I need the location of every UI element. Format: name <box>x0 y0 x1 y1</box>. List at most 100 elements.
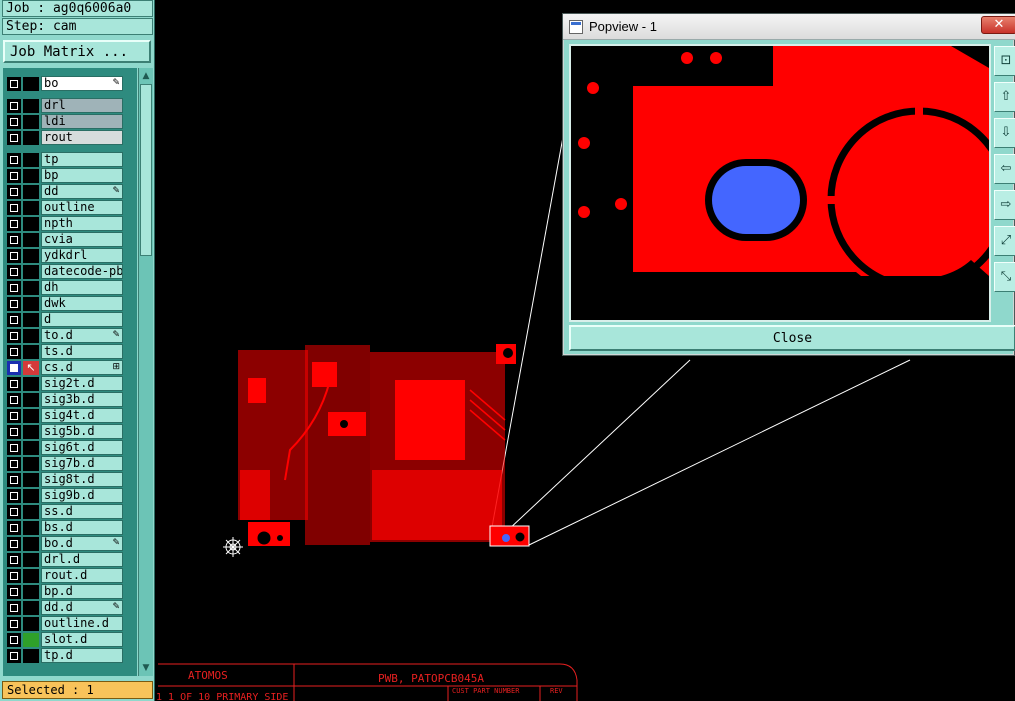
layer-row[interactable]: d <box>3 312 137 328</box>
layer-name[interactable]: sig9b.d <box>41 488 123 503</box>
layer-display-indicator[interactable] <box>23 521 39 535</box>
layer-checkbox[interactable] <box>7 361 21 375</box>
layer-name[interactable]: dwk <box>41 296 123 311</box>
layer-name[interactable]: d <box>41 312 123 327</box>
layer-checkbox[interactable] <box>7 377 21 391</box>
layer-row[interactable]: dd ✎ <box>3 184 137 200</box>
layer-checkbox[interactable] <box>7 99 21 113</box>
layer-row[interactable]: sig8t.d <box>3 472 137 488</box>
layer-display-indicator[interactable] <box>23 473 39 487</box>
layer-display-indicator[interactable] <box>23 457 39 471</box>
layer-name[interactable]: bo ✎ <box>41 76 123 91</box>
layer-name[interactable]: sig7b.d <box>41 456 123 471</box>
layer-display-indicator[interactable] <box>23 537 39 551</box>
layer-row[interactable]: drl <box>3 98 137 114</box>
layer-checkbox[interactable] <box>7 281 21 295</box>
layer-row[interactable]: dwk <box>3 296 137 312</box>
layer-display-indicator[interactable] <box>23 633 39 647</box>
layer-checkbox[interactable] <box>7 633 21 647</box>
layer-checkbox[interactable] <box>7 457 21 471</box>
layer-name[interactable]: cs.d ⊞ <box>41 360 123 375</box>
layer-checkbox[interactable] <box>7 553 21 567</box>
layer-name[interactable]: ss.d <box>41 504 123 519</box>
layer-row[interactable]: sig2t.d <box>3 376 137 392</box>
window-close-icon[interactable]: ✕ <box>981 16 1015 34</box>
pan-down-icon[interactable]: ⇩ <box>994 118 1015 148</box>
layer-checkbox[interactable] <box>7 115 21 129</box>
layer-display-indicator[interactable] <box>23 377 39 391</box>
layer-name[interactable]: ldi <box>41 114 123 129</box>
layer-row[interactable]: sig6t.d <box>3 440 137 456</box>
layer-row[interactable]: ↖ cs.d ⊞ <box>3 360 137 376</box>
layer-row[interactable]: tp <box>3 152 137 168</box>
layer-list-scrollbar[interactable]: ▲ ▼ <box>138 68 153 676</box>
layer-display-indicator[interactable] <box>23 297 39 311</box>
layer-checkbox[interactable] <box>7 649 21 663</box>
layer-display-indicator[interactable] <box>23 569 39 583</box>
layer-checkbox[interactable] <box>7 617 21 631</box>
popview-close-button[interactable]: Close <box>569 325 1015 351</box>
layer-row[interactable]: tp.d <box>3 648 137 664</box>
layer-checkbox[interactable] <box>7 601 21 615</box>
layer-checkbox[interactable] <box>7 441 21 455</box>
layer-name[interactable]: sig3b.d <box>41 392 123 407</box>
layer-display-indicator[interactable] <box>23 99 39 113</box>
layer-display-indicator[interactable] <box>23 489 39 503</box>
layer-row[interactable]: ss.d <box>3 504 137 520</box>
layer-name[interactable]: bp <box>41 168 123 183</box>
layer-name[interactable]: sig6t.d <box>41 440 123 455</box>
layer-row[interactable]: rout.d <box>3 568 137 584</box>
pan-left-icon[interactable]: ⇦ <box>994 154 1015 184</box>
layer-name[interactable]: npth <box>41 216 123 231</box>
layer-row[interactable]: bp.d <box>3 584 137 600</box>
layer-display-indicator[interactable] <box>23 201 39 215</box>
layer-display-indicator[interactable] <box>23 585 39 599</box>
layer-name[interactable]: dd ✎ <box>41 184 123 199</box>
pan-up-icon[interactable]: ⇧ <box>994 82 1015 112</box>
layer-checkbox[interactable] <box>7 249 21 263</box>
layer-display-indicator[interactable] <box>23 281 39 295</box>
layer-row[interactable]: bo.d ✎ <box>3 536 137 552</box>
layer-checkbox[interactable] <box>7 409 21 423</box>
layer-checkbox[interactable] <box>7 77 21 91</box>
layer-display-indicator[interactable] <box>23 505 39 519</box>
layer-display-indicator[interactable] <box>23 441 39 455</box>
layer-name[interactable]: outline.d <box>41 616 123 631</box>
layer-name[interactable]: outline <box>41 200 123 215</box>
layer-checkbox[interactable] <box>7 345 21 359</box>
zoom-out-icon[interactable]: ⤡ <box>994 262 1015 292</box>
layer-row[interactable]: dd.d ✎ <box>3 600 137 616</box>
layer-row[interactable]: ldi <box>3 114 137 130</box>
layer-row[interactable]: sig7b.d <box>3 456 137 472</box>
layer-checkbox[interactable] <box>7 505 21 519</box>
layer-display-indicator[interactable] <box>23 313 39 327</box>
layer-row[interactable]: sig5b.d <box>3 424 137 440</box>
layer-row[interactable]: cvia <box>3 232 137 248</box>
layer-display-indicator[interactable] <box>23 185 39 199</box>
layer-row[interactable]: outline.d <box>3 616 137 632</box>
layer-name[interactable]: tp <box>41 152 123 167</box>
layer-checkbox[interactable] <box>7 537 21 551</box>
layer-row[interactable]: drl.d <box>3 552 137 568</box>
layer-name[interactable]: sig5b.d <box>41 424 123 439</box>
layer-checkbox[interactable] <box>7 201 21 215</box>
layer-name[interactable]: dd.d ✎ <box>41 600 123 615</box>
layer-row[interactable]: sig3b.d <box>3 392 137 408</box>
layer-name[interactable]: drl <box>41 98 123 113</box>
layer-display-indicator[interactable] <box>23 249 39 263</box>
layer-row[interactable]: sig9b.d <box>3 488 137 504</box>
layer-name[interactable]: ydkdrl <box>41 248 123 263</box>
layer-row[interactable]: bp <box>3 168 137 184</box>
layer-name[interactable]: to.d ✎ <box>41 328 123 343</box>
layer-checkbox[interactable] <box>7 393 21 407</box>
layer-display-indicator[interactable] <box>23 153 39 167</box>
layer-name[interactable]: tp.d <box>41 648 123 663</box>
layer-name[interactable]: sig4t.d <box>41 408 123 423</box>
work-layer-arrow-icon[interactable]: ↖ <box>23 361 39 375</box>
layer-checkbox[interactable] <box>7 233 21 247</box>
layer-checkbox[interactable] <box>7 473 21 487</box>
layer-display-indicator[interactable] <box>23 409 39 423</box>
layer-display-indicator[interactable] <box>23 425 39 439</box>
layer-display-indicator[interactable] <box>23 115 39 129</box>
zoom-in-icon[interactable]: ⤢ <box>994 226 1015 256</box>
